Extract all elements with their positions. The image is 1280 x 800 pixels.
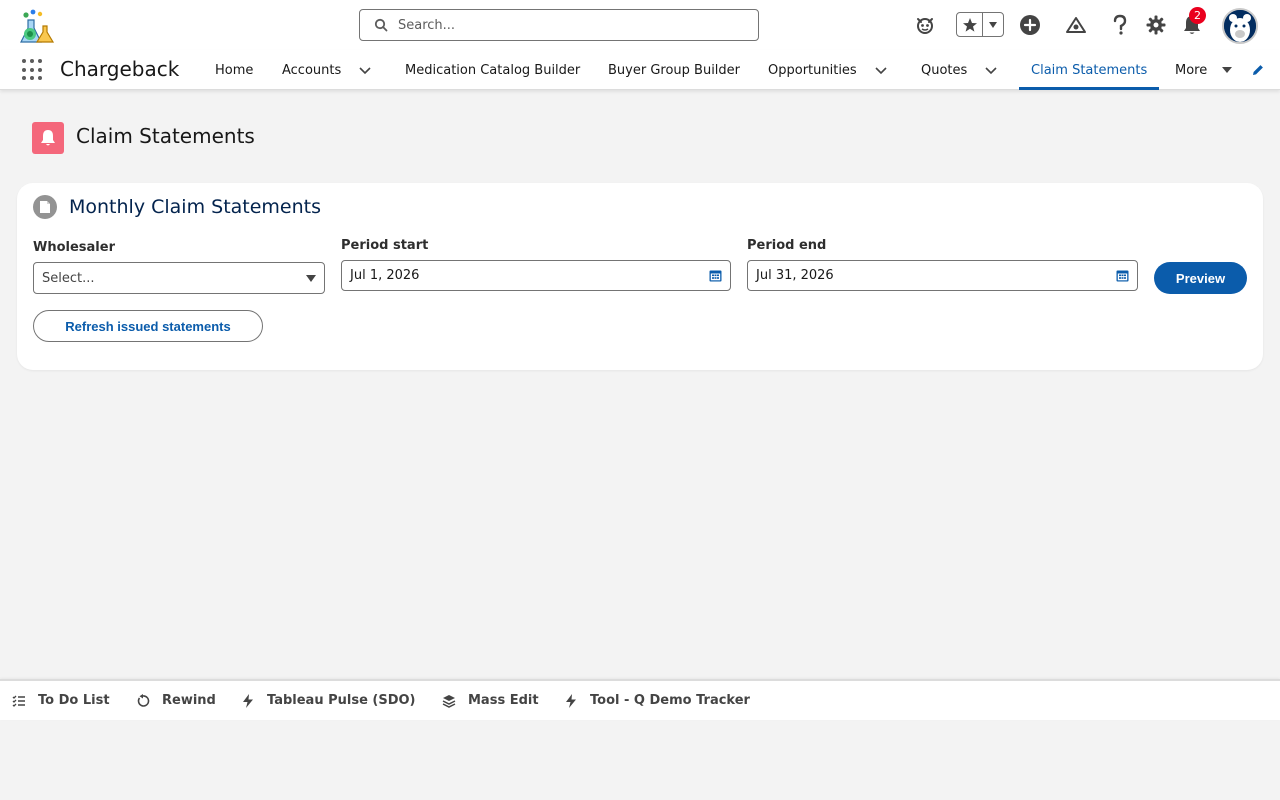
opportunities-chevron-down-icon[interactable]	[874, 63, 888, 77]
period-start-value: Jul 1, 2026	[350, 268, 420, 283]
global-actions-add-icon[interactable]	[1017, 12, 1043, 38]
search-input[interactable]: Search...	[398, 18, 455, 33]
app-name: Chargeback	[60, 57, 180, 81]
agent-icon[interactable]	[912, 12, 938, 38]
app-nav-bar: Chargeback Home Accounts Medication Cata…	[0, 50, 1280, 90]
utility-item-mass-edit[interactable]: Mass Edit	[442, 681, 539, 720]
lightning-icon	[243, 693, 253, 708]
period-start-date-input[interactable]: Jul 1, 2026	[341, 260, 731, 291]
wholesaler-placeholder: Select...	[42, 270, 95, 286]
favorite-star-icon[interactable]	[957, 13, 983, 36]
setup-gear-icon[interactable]	[1143, 12, 1169, 38]
card-title: Monthly Claim Statements	[69, 196, 322, 218]
wholesaler-combobox[interactable]: Select...	[33, 262, 325, 294]
lightning-icon	[566, 693, 576, 708]
favorites-group	[956, 12, 1004, 37]
utility-bar: To Do List Rewind Tableau Pulse (SDO) Ma…	[0, 679, 1280, 720]
rewind-icon	[137, 693, 150, 707]
period-end-value: Jul 31, 2026	[756, 268, 834, 283]
period-start-label: Period start	[341, 238, 429, 253]
accounts-chevron-down-icon[interactable]	[358, 63, 372, 77]
app-launcher-icon[interactable]	[22, 59, 44, 81]
period-end-label: Period end	[747, 238, 827, 253]
utility-item-label: Tool - Q Demo Tracker	[590, 693, 750, 708]
caret-down-icon	[306, 275, 316, 282]
global-header: Search... 2	[0, 0, 1280, 50]
claim-statements-bell-icon	[32, 122, 64, 154]
period-end-date-input[interactable]: Jul 31, 2026	[747, 260, 1138, 291]
user-avatar[interactable]	[1222, 8, 1258, 44]
utility-item-label: To Do List	[38, 693, 110, 708]
calendar-icon[interactable]	[1116, 269, 1129, 282]
trailhead-icon[interactable]	[1063, 12, 1089, 38]
checklist-icon	[12, 695, 25, 707]
calendar-icon[interactable]	[709, 269, 722, 282]
more-caret-down-icon[interactable]	[1220, 63, 1234, 77]
global-search[interactable]: Search...	[359, 9, 759, 41]
layers-icon	[442, 694, 456, 708]
nav-tab-buyer-group-builder[interactable]: Buyer Group Builder	[608, 50, 740, 90]
utility-item-rewind[interactable]: Rewind	[136, 681, 216, 720]
utility-item-label: Tableau Pulse (SDO)	[267, 693, 416, 708]
nav-tab-home[interactable]: Home	[215, 50, 253, 90]
nav-tab-more[interactable]: More	[1175, 50, 1207, 90]
utility-item-tableau-pulse[interactable]: Tableau Pulse (SDO)	[241, 681, 416, 720]
quotes-chevron-down-icon[interactable]	[984, 63, 998, 77]
utility-item-label: Mass Edit	[468, 693, 539, 708]
nav-tab-claim-statements[interactable]: Claim Statements	[1018, 50, 1160, 90]
search-icon	[374, 18, 388, 32]
refresh-issued-statements-button[interactable]: Refresh issued statements	[33, 310, 263, 342]
document-icon	[33, 195, 57, 219]
utility-item-q-demo-tracker[interactable]: Tool - Q Demo Tracker	[564, 681, 750, 720]
notification-count-badge: 2	[1189, 7, 1206, 24]
edit-nav-pencil-icon[interactable]	[1251, 63, 1265, 77]
wholesaler-label: Wholesaler	[33, 240, 115, 255]
app-logo[interactable]	[16, 8, 56, 46]
favorites-menu-chevron-icon[interactable]	[983, 13, 1003, 36]
utility-item-label: Rewind	[162, 693, 216, 708]
preview-button[interactable]: Preview	[1154, 262, 1247, 294]
nav-tab-medication-catalog-builder[interactable]: Medication Catalog Builder	[405, 50, 580, 90]
nav-tab-opportunities[interactable]: Opportunities	[768, 50, 857, 90]
utility-item-to-do-list[interactable]: To Do List	[12, 681, 110, 720]
page-title: Claim Statements	[76, 124, 255, 148]
nav-tab-accounts[interactable]: Accounts	[282, 50, 341, 90]
help-icon[interactable]	[1107, 12, 1133, 38]
nav-tab-quotes[interactable]: Quotes	[921, 50, 967, 90]
